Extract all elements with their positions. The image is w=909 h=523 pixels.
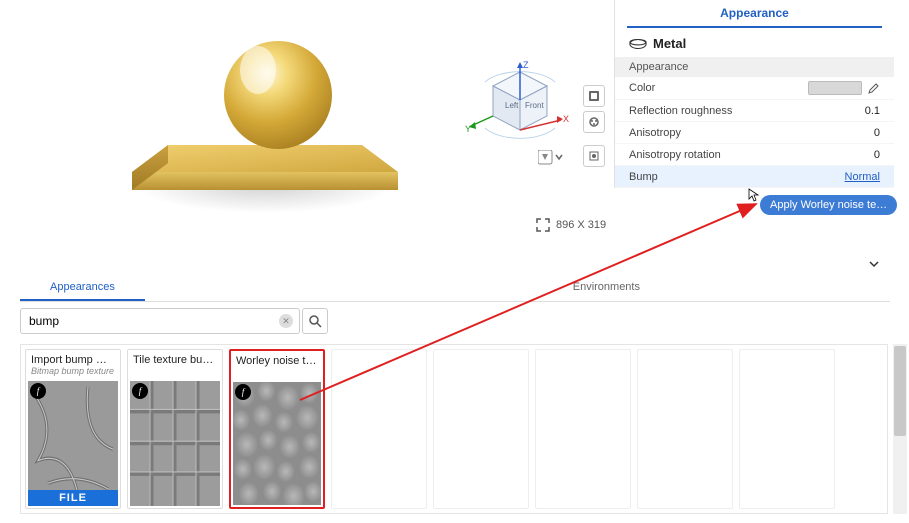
function-badge-icon: f xyxy=(132,383,148,399)
material-name: Metal xyxy=(653,36,686,51)
drop-tooltip: Apply Worley noise te… xyxy=(760,195,897,215)
appearance-panel: Appearance Metal Appearance Color Reflec… xyxy=(614,0,894,188)
search-row: ✕ xyxy=(20,308,328,334)
scrollbar-vertical[interactable] xyxy=(893,344,907,514)
library-tabs: Appearances Environments xyxy=(20,275,890,302)
thumb-placeholder xyxy=(637,349,733,509)
prop-anisotropy[interactable]: Anisotropy 0 xyxy=(615,122,894,144)
prop-roughness[interactable]: Reflection roughness 0.1 xyxy=(615,100,894,122)
viewport-tool-2[interactable] xyxy=(583,111,605,133)
view-cube[interactable]: Left Front Z X Y xyxy=(465,50,575,160)
prop-bump[interactable]: Bump Normal xyxy=(615,166,894,188)
pencil-icon[interactable] xyxy=(868,82,880,94)
panel-title: Appearance xyxy=(627,0,882,28)
scrollbar-thumb[interactable] xyxy=(894,346,906,436)
appearance-thumbnail-strip: Import bump m… Bitmap bump texture f FIL… xyxy=(20,344,888,514)
tab-appearances[interactable]: Appearances xyxy=(20,275,145,301)
tab-environments[interactable]: Environments xyxy=(543,275,670,301)
thumb-placeholder xyxy=(433,349,529,509)
clear-search-button[interactable]: ✕ xyxy=(279,314,293,328)
section-header: Appearance xyxy=(615,57,894,77)
axis-y-label: Y xyxy=(465,124,471,134)
color-swatch[interactable] xyxy=(808,81,862,95)
thumb-tile-texture[interactable]: Tile texture bu… f xyxy=(127,349,223,509)
thumb-placeholder xyxy=(331,349,427,509)
render-mode-dropdown[interactable] xyxy=(538,150,564,171)
thumb-placeholder xyxy=(739,349,835,509)
cursor-icon xyxy=(748,188,762,202)
bump-value-link[interactable]: Normal xyxy=(845,171,880,183)
viewport-tool-1[interactable] xyxy=(583,85,605,107)
chevron-down-icon xyxy=(868,258,880,270)
function-badge-icon: f xyxy=(30,383,46,399)
axis-z-label: Z xyxy=(523,60,529,70)
prop-anisotropy-rotation[interactable]: Anisotropy rotation 0 xyxy=(615,144,894,166)
search-input[interactable] xyxy=(29,309,275,333)
material-icon xyxy=(629,38,647,50)
viewport-dimensions: 896 X 319 xyxy=(536,218,606,232)
axis-x-label: X xyxy=(563,114,569,124)
search-icon xyxy=(308,314,322,328)
search-input-wrapper: ✕ xyxy=(20,308,300,334)
cube-face-left: Left xyxy=(505,101,519,110)
search-button[interactable] xyxy=(302,308,328,334)
thumb-placeholder xyxy=(535,349,631,509)
cube-face-front: Front xyxy=(525,101,544,110)
panel-collapse-toggle[interactable] xyxy=(614,258,894,273)
prop-color[interactable]: Color xyxy=(615,77,894,100)
viewport-tool-3[interactable] xyxy=(583,145,605,167)
viewport-toolbar xyxy=(583,85,605,167)
function-badge-icon: f xyxy=(235,384,251,400)
material-header: Metal xyxy=(615,28,894,57)
expand-icon xyxy=(536,218,550,232)
file-badge: FILE xyxy=(28,490,118,506)
thumb-import-bump[interactable]: Import bump m… Bitmap bump texture f FIL… xyxy=(25,349,121,509)
thumb-worley-noise[interactable]: Worley noise te… f xyxy=(229,349,325,509)
